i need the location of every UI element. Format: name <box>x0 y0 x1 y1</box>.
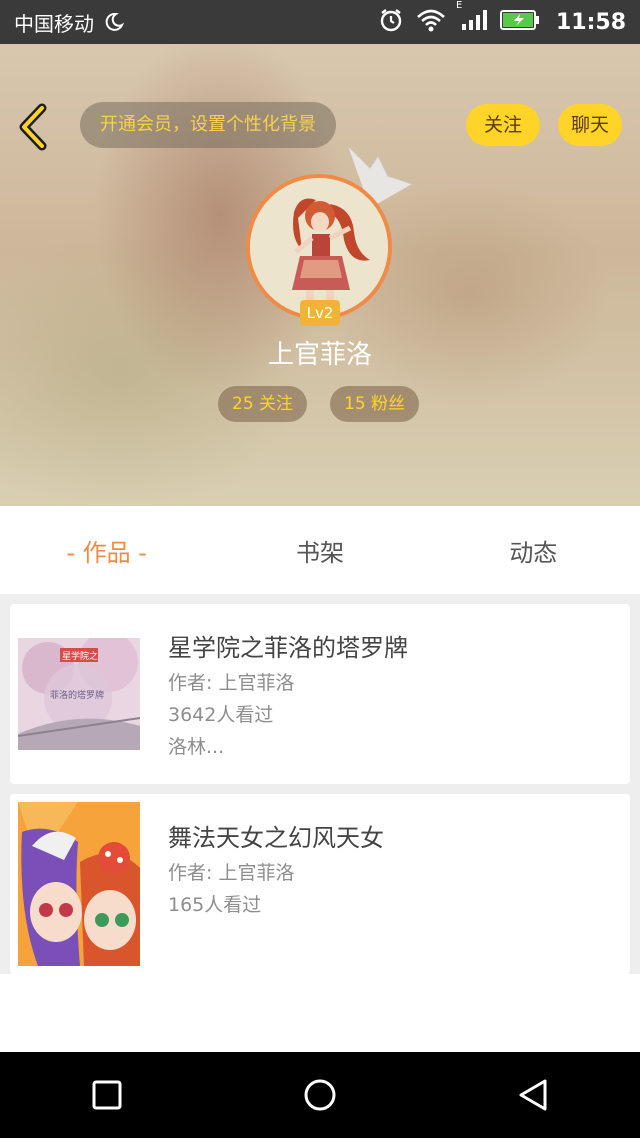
vip-background-banner[interactable]: 开通会员，设置个性化背景 <box>80 102 336 148</box>
tab-bookshelf[interactable]: 书架 <box>213 533 426 568</box>
work-author: 作者: 上官菲洛 <box>168 862 295 884</box>
empty-area <box>0 974 640 1052</box>
work-author: 作者: 上官菲洛 <box>168 672 295 694</box>
back-button[interactable] <box>14 102 54 152</box>
tab-works[interactable]: - 作品 - <box>0 533 213 568</box>
works-list: 星学院之 菲洛的塔罗牌 星学院之菲洛的塔罗牌 作者: 上官菲洛 3642人看过 … <box>0 594 640 974</box>
clock: 11:58 <box>555 9 626 35</box>
username: 上官菲洛 <box>267 340 372 370</box>
alarm-icon <box>378 7 404 37</box>
circle-icon <box>304 1079 336 1111</box>
following-count[interactable]: 25 关注 <box>218 386 308 422</box>
level-badge: Lv2 <box>300 300 340 326</box>
tab-activity[interactable]: 动态 <box>427 533 640 568</box>
home-button[interactable] <box>290 1065 350 1125</box>
network-type-label: E <box>455 0 463 11</box>
avatar[interactable] <box>246 174 392 320</box>
work-cover <box>18 802 140 966</box>
recent-apps-button[interactable] <box>77 1065 137 1125</box>
triangle-back-icon <box>519 1079 547 1111</box>
square-icon <box>92 1080 122 1110</box>
signal-icon: E <box>456 0 488 36</box>
battery-icon <box>499 9 540 35</box>
avatar-character-icon <box>250 178 388 316</box>
chat-button[interactable]: 聊天 <box>558 104 622 146</box>
follow-button[interactable]: 关注 <box>466 104 540 146</box>
work-title: 星学院之菲洛的塔罗牌 <box>168 634 408 662</box>
cover-title: 星学院之 <box>62 652 99 662</box>
work-views: 165人看过 <box>168 894 262 916</box>
system-nav-bar <box>0 1052 640 1138</box>
status-bar: 中国移动 E 11:58 <box>0 0 640 44</box>
work-cover: 星学院之 菲洛的塔罗牌 <box>18 638 140 750</box>
carrier-name: 中国移动 <box>14 11 94 36</box>
fans-count[interactable]: 15 粉丝 <box>330 386 420 422</box>
profile-tabs: - 作品 - 书架 动态 <box>0 506 640 594</box>
work-card[interactable]: 舞法天女之幻风天女 作者: 上官菲洛 165人看过 <box>10 794 630 974</box>
wifi-icon <box>416 8 446 36</box>
moon-icon <box>104 12 125 32</box>
work-card[interactable]: 星学院之 菲洛的塔罗牌 星学院之菲洛的塔罗牌 作者: 上官菲洛 3642人看过 … <box>10 604 630 784</box>
work-summary: 洛林... <box>168 736 225 758</box>
cover-subtitle: 菲洛的塔罗牌 <box>50 691 105 701</box>
profile-header: 开通会员，设置个性化背景 关注 聊天 Lv2 上官菲洛 25 关注 15 粉丝 <box>0 44 640 506</box>
nav-back-button[interactable] <box>503 1065 563 1125</box>
work-title: 舞法天女之幻风天女 <box>168 824 384 852</box>
work-views: 3642人看过 <box>168 704 274 726</box>
